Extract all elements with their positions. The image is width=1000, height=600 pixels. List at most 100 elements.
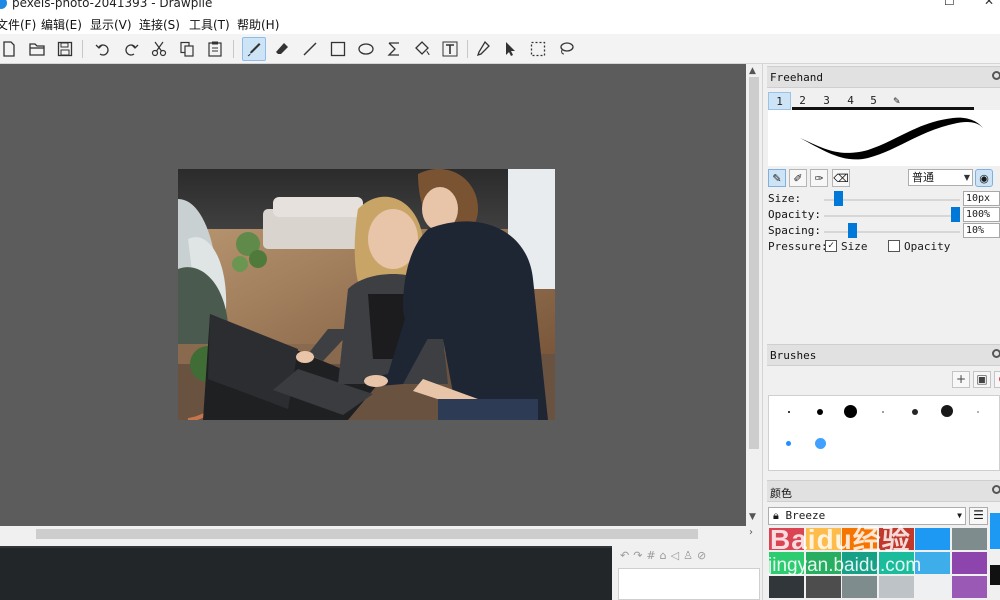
color-swatch[interactable] [842,576,877,598]
color-swatch[interactable] [878,552,914,574]
lock-icon: 🔒︎ [773,509,779,522]
brush-preset[interactable] [786,441,791,446]
color-swatch[interactable] [805,528,841,550]
rectangle-icon[interactable] [326,37,350,61]
brush-preset[interactable] [815,438,826,449]
horizontal-scroll-thumb[interactable] [36,529,698,539]
size-slider-handle[interactable] [834,191,843,206]
size-value-field[interactable]: 10px [963,191,1000,206]
color-swatch[interactable] [951,552,987,574]
drawing-canvas[interactable] [0,64,746,526]
spacing-track[interactable] [824,231,960,233]
close-button[interactable]: ✕ [984,0,994,8]
rect-select-icon[interactable] [526,37,550,61]
color-swatch[interactable] [878,528,914,550]
soft-brush-icon[interactable]: ✐ [789,169,807,187]
layer-tools-icons[interactable]: ↶↷#⌂◁♙⊘ [620,549,710,562]
opacity-slider-handle[interactable] [951,207,960,222]
pixel-brush-icon[interactable]: ✎ [768,169,786,187]
color-swatch[interactable] [915,528,950,550]
color-swatch[interactable] [769,528,804,550]
blend-mode-select[interactable]: 普通 ▼ [908,169,973,186]
drawpile-logo-icon [0,0,7,9]
lasso-icon[interactable] [554,37,578,61]
scroll-down-icon[interactable]: ▼ [749,512,756,522]
color-swatch[interactable] [915,576,950,598]
brush-preset[interactable] [941,405,953,417]
brush-preset[interactable] [912,409,918,415]
preset-tab-1[interactable]: 1 [768,92,791,110]
color-swatch[interactable] [915,552,950,574]
pressure-label: Pressure: [768,240,828,253]
eraser-mode-icon[interactable]: ⌫ [832,169,850,187]
text-icon[interactable] [438,37,462,61]
menu-session[interactable]: 连接(S) [139,16,180,33]
line-icon[interactable] [298,37,322,61]
brush-preset[interactable] [882,411,884,413]
pressure-opacity-checkbox[interactable] [888,240,900,252]
pressure-size-checkbox[interactable]: ✓ [825,240,837,252]
maximize-button[interactable]: ☐ [944,0,955,8]
menu-view[interactable]: 显示(V) [90,16,132,33]
scroll-right-icon[interactable]: › [749,527,753,538]
vertical-scrollbar[interactable]: ▲ ▼ [746,64,762,526]
cut-icon[interactable] [147,37,171,61]
color-swatch[interactable] [842,552,877,574]
eraser-icon[interactable] [270,37,294,61]
brush-preset[interactable] [977,411,979,413]
spacing-value-field[interactable]: 10% [963,223,1000,238]
opacity-track[interactable] [824,215,960,217]
pressure-opacity-label: Opacity [904,240,951,253]
color-swatch[interactable] [805,552,841,574]
palette-select[interactable]: 🔒︎ Breeze ▼ [768,507,966,525]
palette-menu-icon[interactable]: ☰ [969,507,988,525]
menu-help[interactable]: 帮助(H) [237,16,279,33]
color-swatch[interactable] [769,552,804,574]
horizontal-scrollbar[interactable]: › [0,526,762,542]
color-swatch[interactable] [769,576,804,598]
float-icon[interactable] [992,349,1000,358]
select-arrow-icon[interactable] [498,37,522,61]
add-brush-icon[interactable]: + [952,371,970,388]
color-swatch[interactable] [951,528,987,550]
canvas-image[interactable] [178,169,555,420]
smudge-brush-icon[interactable]: ✑ [810,169,828,187]
color-swatch[interactable] [878,576,914,598]
size-track[interactable] [824,199,960,201]
color-picker-icon[interactable] [470,37,494,61]
vertical-scroll-thumb[interactable] [749,77,759,449]
copy-icon[interactable] [175,37,199,61]
save-icon[interactable] [53,37,77,61]
opacity-value-field[interactable]: 100% [963,207,1000,222]
brush-presets-grid[interactable] [768,395,1000,471]
color-swatch[interactable] [842,528,877,550]
menu-edit[interactable]: 编辑(E) [41,16,82,33]
new-icon[interactable] [0,37,21,61]
delete-brush-icon[interactable]: ⊘ [994,371,1000,388]
save-brush-icon[interactable]: ▣ [973,371,991,388]
title-bar: pexels-photo-2041393 - Drawpile ☐ ✕ [0,0,1000,13]
open-icon[interactable] [25,37,49,61]
background-color-swatch[interactable] [990,565,1000,585]
float-icon[interactable] [992,71,1000,80]
paste-icon[interactable] [203,37,227,61]
menu-tools[interactable]: 工具(T) [189,16,230,33]
foreground-color-swatch[interactable] [990,513,1000,549]
redo-icon[interactable] [119,37,143,61]
blend-lock-icon[interactable]: ◉ [975,169,993,187]
freehand-icon[interactable] [242,37,266,61]
brush-preset[interactable] [788,411,790,413]
brush-preset[interactable] [817,409,823,415]
float-icon[interactable] [992,485,1000,494]
ellipse-icon[interactable] [354,37,378,61]
menu-file[interactable]: 文件(F) [0,16,36,33]
undo-icon[interactable] [91,37,115,61]
spacing-slider-handle[interactable] [848,223,857,238]
fill-icon[interactable] [410,37,434,61]
color-swatch[interactable] [951,576,987,598]
layer-list[interactable] [618,568,760,600]
scroll-up-icon[interactable]: ▲ [749,66,756,76]
brush-preset[interactable] [844,405,857,418]
color-swatch[interactable] [805,576,841,598]
bezier-icon[interactable] [382,37,406,61]
